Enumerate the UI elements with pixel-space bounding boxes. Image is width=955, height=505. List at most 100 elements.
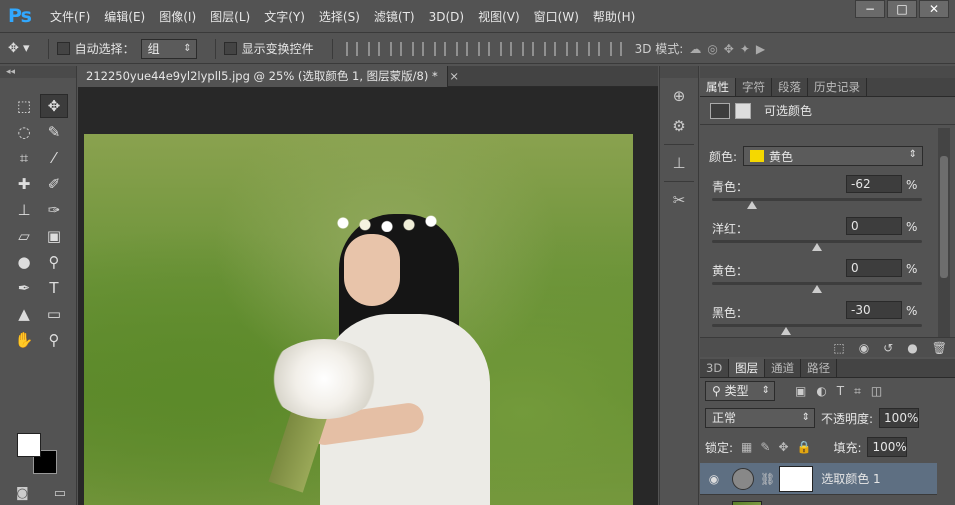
history-brush-tool-icon[interactable]: ✑: [40, 198, 68, 222]
properties-scrollbar[interactable]: [938, 128, 950, 340]
quick-select-tool-icon[interactable]: ✎: [40, 120, 68, 144]
layers-tab[interactable]: 图层: [729, 359, 766, 377]
slider-value-input[interactable]: -62: [846, 175, 902, 193]
layer-row-image[interactable]: ◉ 图层: [700, 496, 937, 505]
gradient-tool-icon[interactable]: ▣: [40, 224, 68, 248]
panel-collapse-icon[interactable]: [700, 66, 955, 78]
close-tab-icon[interactable]: ×: [449, 69, 459, 83]
opacity-input[interactable]: 100%: [879, 408, 920, 428]
hand-tool-icon[interactable]: ✋: [10, 328, 38, 352]
layer-filter-icons[interactable]: ▣◐T⌗◫: [795, 384, 892, 399]
image-canvas[interactable]: [84, 134, 633, 505]
distribute-top-icon[interactable]: [477, 41, 490, 56]
maximize-button[interactable]: □: [887, 0, 917, 18]
move-tool-icon[interactable]: ✥: [40, 94, 68, 118]
properties-tab[interactable]: 历史记录: [808, 78, 867, 96]
path-select-tool-icon[interactable]: ▲: [10, 302, 38, 326]
fill-input[interactable]: 100%: [867, 437, 908, 457]
slider-track[interactable]: [712, 198, 922, 201]
lock-icons[interactable]: ▦✎✥🔒: [741, 440, 819, 454]
document-tab[interactable]: 212250yue44e9yl2lypll5.jpg @ 25% (选取颜色 1…: [78, 66, 459, 87]
menu-item[interactable]: 图像(I): [159, 8, 196, 25]
properties-tab[interactable]: 段落: [772, 78, 808, 96]
distribute-middle-icon[interactable]: [499, 41, 512, 56]
color-select[interactable]: 黄色: [743, 146, 924, 166]
panel-collapse-icon[interactable]: [660, 66, 698, 78]
scroll-thumb[interactable]: [940, 156, 948, 278]
rectangle-tool-icon[interactable]: ▭: [40, 302, 68, 326]
trash-icon[interactable]: 🗑: [932, 341, 947, 355]
align-center-icon[interactable]: [433, 41, 446, 56]
distribute-bottom-icon[interactable]: [521, 41, 534, 56]
dodge-tool-icon[interactable]: ⚲: [40, 250, 68, 274]
view-previous-icon[interactable]: ◉: [859, 341, 869, 355]
layer-row-selective-color[interactable]: ◉ ⛓ 选取颜色 1: [700, 463, 937, 495]
eye-icon[interactable]: ◉: [700, 472, 728, 486]
healing-brush-tool-icon[interactable]: ✚: [10, 172, 38, 196]
brush-settings-icon[interactable]: ⚙: [666, 114, 692, 138]
clone-source-icon[interactable]: ⊥: [666, 151, 692, 175]
type-tool-icon[interactable]: T: [40, 276, 68, 300]
eyedropper-tool-icon[interactable]: ⁄: [40, 146, 68, 170]
auto-align-icon[interactable]: [609, 41, 622, 56]
quick-mask-icon[interactable]: ◙: [16, 486, 29, 501]
align-middle-icon[interactable]: [367, 41, 380, 56]
blur-tool-icon[interactable]: ●: [10, 250, 38, 274]
align-right-icon[interactable]: [455, 41, 468, 56]
layers-tab[interactable]: 路径: [801, 359, 838, 377]
layers-tab[interactable]: 3D: [700, 359, 730, 377]
menu-item[interactable]: 帮助(H): [593, 8, 635, 25]
blend-mode-select[interactable]: 正常: [705, 408, 815, 428]
slider-thumb[interactable]: [780, 327, 791, 335]
menu-item[interactable]: 文件(F): [50, 8, 90, 25]
menu-item[interactable]: 选择(S): [319, 8, 360, 25]
adjustment-icon[interactable]: [710, 102, 730, 119]
crop-tool-icon[interactable]: ⌗: [10, 146, 38, 170]
menu-item[interactable]: 视图(V): [478, 8, 520, 25]
zoom-tool-icon[interactable]: ⚲: [40, 328, 68, 352]
slider-thumb[interactable]: [812, 285, 822, 293]
layers-tab[interactable]: 通道: [765, 359, 802, 377]
slider-thumb[interactable]: [746, 201, 757, 209]
marquee-tool-icon[interactable]: ⬚: [10, 94, 38, 118]
menu-item[interactable]: 文字(Y): [264, 8, 305, 25]
menu-item[interactable]: 图层(L): [210, 8, 250, 25]
show-transform-checkbox[interactable]: [223, 42, 237, 55]
menu-item[interactable]: 编辑(E): [104, 8, 145, 25]
clip-to-layer-icon[interactable]: ⬚: [833, 341, 844, 355]
close-window-button[interactable]: ✕: [919, 0, 949, 18]
screen-mode-icon[interactable]: ▭: [54, 486, 66, 501]
auto-select-checkbox[interactable]: [56, 42, 70, 55]
menu-item[interactable]: 3D(D): [429, 10, 464, 24]
tool-presets-icon[interactable]: ✂: [666, 188, 692, 212]
slider-value-input[interactable]: 0: [846, 217, 902, 235]
auto-select-target-select[interactable]: 组: [140, 38, 197, 59]
layer-filter-select[interactable]: ⚲ 类型: [705, 381, 775, 401]
layer-mask-thumbnail[interactable]: [779, 465, 814, 492]
stamp-tool-icon[interactable]: ⊥: [10, 198, 38, 222]
brush-tool-icon[interactable]: ✐: [40, 172, 68, 196]
slider-value-input[interactable]: 0: [846, 259, 902, 277]
reset-icon[interactable]: ↺: [883, 341, 893, 355]
lasso-tool-icon[interactable]: ◌: [10, 120, 38, 144]
pen-tool-icon[interactable]: ✒: [10, 276, 38, 300]
slider-thumb[interactable]: [812, 243, 822, 251]
mask-icon[interactable]: [735, 102, 751, 119]
align-bottom-icon[interactable]: [389, 41, 402, 56]
panel-collapse-icon[interactable]: ◂◂: [0, 66, 76, 78]
3d-mode-icons[interactable]: ☁◎✥✦▶: [689, 42, 771, 56]
distribute-center-icon[interactable]: [565, 41, 578, 56]
distribute-left-icon[interactable]: [543, 41, 556, 56]
eraser-tool-icon[interactable]: ▱: [10, 224, 38, 248]
properties-tab[interactable]: 属性: [700, 78, 736, 96]
menu-item[interactable]: 滤镜(T): [374, 8, 415, 25]
chain-icon[interactable]: ⛓: [760, 472, 775, 486]
properties-tab[interactable]: 字符: [736, 78, 772, 96]
visibility-icon[interactable]: ●: [907, 341, 917, 355]
distribute-right-icon[interactable]: [587, 41, 600, 56]
foreground-color-swatch[interactable]: [17, 433, 41, 457]
brush-preset-icon[interactable]: ⊕: [666, 84, 692, 108]
move-tool-icon[interactable]: ✥ ▾: [8, 41, 30, 56]
slider-track[interactable]: [712, 324, 922, 327]
menu-item[interactable]: 窗口(W): [534, 8, 579, 25]
